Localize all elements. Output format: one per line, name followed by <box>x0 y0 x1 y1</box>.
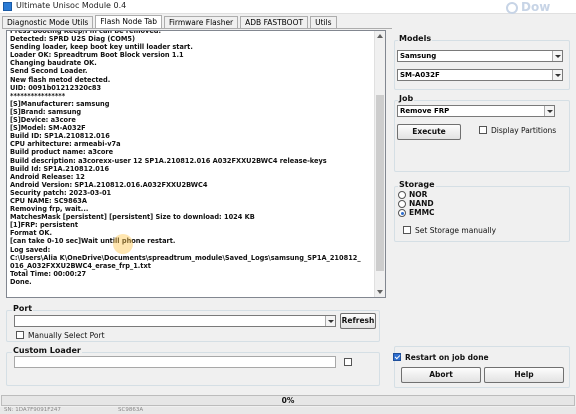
background-download-logo: Dow <box>506 0 572 14</box>
display-partitions-label: Display Partitions <box>491 126 557 135</box>
job-select[interactable]: Remove FRP <box>397 105 555 117</box>
progress-text: 0% <box>281 396 295 405</box>
storage-title: Storage <box>398 180 436 189</box>
tab-flash-node[interactable]: Flash Node Tab <box>95 15 163 29</box>
mouse-cursor-highlight <box>113 234 133 254</box>
set-storage-manually-label: Set Storage manually <box>415 226 497 235</box>
model-select[interactable]: SM-A032F <box>397 69 563 81</box>
log-line: Send Second Loader. <box>10 67 88 76</box>
log-line: Security patch: 2023-03-01 <box>10 188 112 197</box>
log-line: [S]Device: a3core <box>10 116 76 125</box>
custom-loader-title: Custom Loader <box>12 346 82 355</box>
tab-panel-border <box>2 28 392 29</box>
log-line: Android Release: 12 <box>10 172 85 181</box>
model-dropdown-arrow-icon[interactable] <box>552 70 562 80</box>
main-tabs: Diagnostic Mode Utils Flash Node Tab Fir… <box>2 15 339 29</box>
execute-button[interactable]: Execute <box>397 124 461 140</box>
log-line: [can take 0-10 sec]Wait untill phone res… <box>10 237 176 246</box>
scroll-up-arrow-icon[interactable] <box>377 34 383 38</box>
job-title: Job <box>398 94 415 103</box>
background-logo-text: Dow <box>521 0 551 14</box>
storage-radio-emmc-label: EMMC <box>409 208 435 217</box>
set-storage-manually-checkbox[interactable] <box>403 226 411 234</box>
port-dropdown-arrow-icon[interactable] <box>325 316 335 326</box>
log-line: Format OK. <box>10 229 53 238</box>
port-title: Port <box>12 304 34 313</box>
custom-loader-path-input[interactable] <box>14 356 336 368</box>
log-line: Sending loader, keep boot key untill loa… <box>10 43 193 52</box>
brand-dropdown-arrow-icon[interactable] <box>552 51 562 61</box>
log-line: MatchesMask [persistent] [persistent] Si… <box>10 213 255 222</box>
manually-select-port-label: Manually Select Port <box>28 331 105 340</box>
log-line: 016_A032FXXU2BWC4_erase_frp_1.txt <box>10 261 151 270</box>
log-line: New flash metod detected. <box>10 75 111 84</box>
app-icon <box>3 2 12 11</box>
log-line: CPU arhitecture: armeabi-v7a <box>10 140 121 149</box>
models-group <box>394 40 570 90</box>
storage-radio-nand[interactable] <box>398 200 406 208</box>
scroll-down-arrow-icon[interactable] <box>377 290 383 294</box>
log-scrollbar[interactable] <box>374 31 385 297</box>
brand-select[interactable]: Samsung <box>397 50 563 62</box>
log-line: **************** <box>10 91 66 100</box>
status-cpu: SC9863A <box>118 407 144 413</box>
log-line: C:\Users\Alia K\OneDrive\Documents\sprea… <box>10 253 361 262</box>
models-title: Models <box>398 34 433 43</box>
log-line: Total Time: 00:00:27 <box>10 269 87 278</box>
log-line: Done. <box>10 277 32 286</box>
log-line: Build ID: SP1A.210812.016 <box>10 132 110 141</box>
log-textbox[interactable]: Press Booting Keep/Pin can be removed. De… <box>6 30 386 298</box>
display-partitions-checkbox[interactable] <box>479 126 487 134</box>
job-select-value: Remove FRP <box>400 107 450 115</box>
log-line: Build Id: SP1A.210812.016 <box>10 164 110 173</box>
storage-radio-nor[interactable] <box>398 191 406 199</box>
log-line: Removing frp, wait... <box>10 205 89 214</box>
status-serial: SN: 1DA7F9091F247 <box>4 407 61 413</box>
restart-on-job-done-label: Restart on job done <box>405 353 489 362</box>
log-line: [S]Brand: samsung <box>10 107 82 116</box>
log-line: Log saved: <box>10 245 51 254</box>
window-title: Ultimate Unisoc Module 0.4 <box>16 1 127 10</box>
log-line: Changing baudrate OK. <box>10 59 97 68</box>
brand-select-value: Samsung <box>400 52 437 60</box>
scrollbar-thumb[interactable] <box>376 95 384 271</box>
log-line: [S]Model: SM-A032F <box>10 124 86 133</box>
log-line: [S]Manufacturer: samsung <box>10 99 110 108</box>
log-line: Android Version: SP1A.210812.016.A032FXX… <box>10 180 208 189</box>
log-line: UID: 0091b01212320c83 <box>10 83 102 92</box>
title-bar: Ultimate Unisoc Module 0.4 Dow <box>0 0 576 14</box>
storage-radio-nor-label: NOR <box>409 190 428 199</box>
manually-select-port-checkbox[interactable] <box>16 331 24 339</box>
progress-bar: 0% <box>1 395 575 406</box>
port-select[interactable] <box>14 315 336 327</box>
download-circle-icon <box>506 1 518 14</box>
model-select-value: SM-A032F <box>400 71 440 79</box>
help-button[interactable]: Help <box>484 367 564 383</box>
storage-radio-emmc[interactable] <box>398 209 406 217</box>
log-line: [1]FRP: persistent <box>10 221 78 230</box>
job-dropdown-arrow-icon[interactable] <box>544 106 554 116</box>
log-line: CPU NAME: SC9863A <box>10 196 87 205</box>
status-bar: SN: 1DA7F9091F247 SC9863A <box>0 407 576 414</box>
log-line: Loader OK: Spreadtrum Boot Block version… <box>10 51 184 60</box>
refresh-button[interactable]: Refresh <box>340 313 376 329</box>
log-lines: Press Booting Keep/Pin can be removed. De… <box>10 31 374 286</box>
log-line: Detected: SPRD U2S Diag (COM5) <box>10 35 135 44</box>
log-line: Build product name: a3core <box>10 148 114 157</box>
log-line: Build description: a3corexx-user 12 SP1A… <box>10 156 327 165</box>
restart-on-job-done-checkbox[interactable] <box>393 353 401 361</box>
storage-radio-nand-label: NAND <box>409 199 434 208</box>
custom-loader-checkbox[interactable] <box>344 358 352 366</box>
abort-button[interactable]: Abort <box>401 367 481 383</box>
